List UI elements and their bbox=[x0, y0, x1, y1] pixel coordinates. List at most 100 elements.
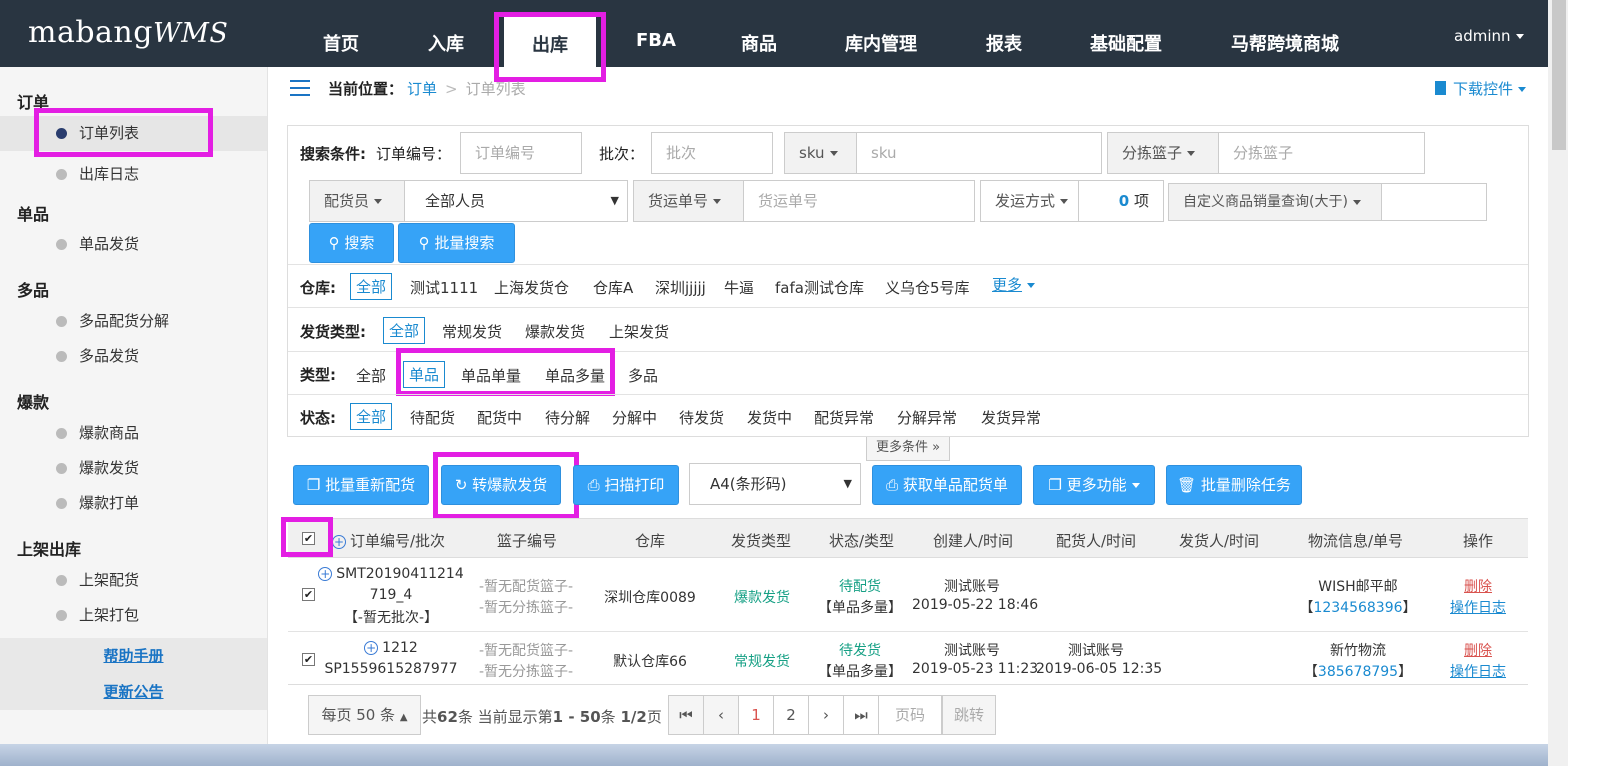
scan-print-button[interactable]: ⎙ 扫描打印 bbox=[573, 465, 679, 505]
sidebar-item-hot-products[interactable]: 爆款商品 bbox=[0, 416, 267, 451]
status-filter-option[interactable]: 分解中 bbox=[612, 407, 657, 428]
picker-dropdown[interactable]: 配货员 bbox=[309, 180, 405, 222]
batch-rebatch-button[interactable]: ❐ 批量重新配货 bbox=[293, 465, 429, 505]
basket-input[interactable]: 分拣篮子 bbox=[1218, 132, 1425, 174]
expand-row-icon[interactable]: + bbox=[318, 567, 333, 581]
last-page-button[interactable]: ⏭ bbox=[843, 695, 879, 735]
to-hot-ship-button[interactable]: ↻ 转爆款发货 bbox=[441, 465, 561, 505]
delete-link[interactable]: 删除 bbox=[1440, 576, 1516, 596]
tracking-link[interactable]: 1234568396 bbox=[1313, 600, 1402, 616]
sku-dropdown[interactable]: sku bbox=[784, 132, 857, 174]
type-filter-all[interactable]: 全部 bbox=[356, 365, 386, 386]
download-plugin-button[interactable]: 下载控件 bbox=[1435, 78, 1527, 99]
warehouse-filter-option[interactable]: 牛逼 bbox=[724, 277, 754, 298]
nav-fba[interactable]: FBA bbox=[636, 30, 676, 51]
nav-mall[interactable]: 马帮跨境商城 bbox=[1231, 30, 1339, 56]
ship-type-filter-option[interactable]: 常规发货 bbox=[442, 321, 502, 342]
prev-page-button[interactable]: ‹ bbox=[703, 695, 739, 735]
page-2-button[interactable]: 2 bbox=[773, 695, 809, 735]
sidebar-item-shelf-pick[interactable]: 上架配货 bbox=[0, 563, 267, 598]
warehouse-filter-option[interactable]: 义乌仓5号库 bbox=[885, 277, 970, 298]
get-single-pick-list-button[interactable]: ⎙ 获取单品配货单 bbox=[872, 465, 1022, 505]
picker-select[interactable]: 全部人员 ▼ bbox=[404, 180, 628, 222]
jump-button[interactable]: 跳转 bbox=[942, 695, 996, 735]
ship-type-filter-option[interactable]: 爆款发货 bbox=[525, 321, 585, 342]
help-manual-link[interactable]: 帮助手册 bbox=[0, 638, 267, 674]
order-number-input[interactable]: 订单编号 bbox=[460, 132, 582, 174]
ship-method-dropdown[interactable]: 发运方式 bbox=[980, 180, 1079, 222]
status-filter-option[interactable]: 配货异常 bbox=[814, 407, 874, 428]
status-filter-option[interactable]: 待配货 bbox=[410, 407, 455, 428]
warehouse-filter-option[interactable]: 测试1111 bbox=[410, 277, 478, 298]
page-1-button[interactable]: 1 bbox=[738, 695, 774, 735]
batch-search-button[interactable]: ⚲ 批量搜索 bbox=[398, 223, 515, 263]
search-button[interactable]: ⚲ 搜索 bbox=[309, 223, 394, 263]
nav-home[interactable]: 首页 bbox=[323, 30, 359, 56]
operation-log-link[interactable]: 操作日志 bbox=[1440, 661, 1516, 681]
ship-method-label: 发运方式 bbox=[995, 192, 1056, 210]
operation-log-link[interactable]: 操作日志 bbox=[1440, 597, 1516, 617]
sidebar-item-hot-ship[interactable]: 爆款发货 bbox=[0, 451, 267, 486]
user-menu[interactable]: adminn bbox=[1454, 27, 1524, 45]
ship-type-filter-all[interactable]: 全部 bbox=[383, 317, 426, 344]
row-checkbox[interactable]: ✔ bbox=[302, 653, 315, 666]
type-filter-option[interactable]: 单品单量 bbox=[461, 365, 521, 386]
more-conditions-toggle[interactable]: 更多条件 » bbox=[866, 437, 950, 461]
warehouse-filter-option[interactable]: 深圳jjjjj bbox=[655, 277, 706, 298]
ship-type-filter-option[interactable]: 上架发货 bbox=[609, 321, 669, 342]
breadcrumb-link-order[interactable]: 订单 bbox=[407, 80, 437, 98]
status-filter-option[interactable]: 待分解 bbox=[545, 407, 590, 428]
warehouse-filter-option[interactable]: 仓库A bbox=[593, 277, 633, 298]
sidebar-item-order-list[interactable]: 订单列表 bbox=[0, 116, 267, 151]
sidebar-item-shelf-pack[interactable]: 上架打包 bbox=[0, 598, 267, 633]
type-filter-single[interactable]: 单品 bbox=[403, 361, 446, 388]
paper-format-select[interactable]: A4(条形码) ▼ bbox=[689, 463, 861, 505]
expand-row-icon[interactable]: + bbox=[364, 641, 379, 655]
ship-method-count-unit: 项 bbox=[1133, 192, 1149, 210]
basket-dropdown[interactable]: 分拣篮子 bbox=[1107, 132, 1219, 174]
nav-reports[interactable]: 报表 bbox=[986, 30, 1022, 56]
batch-delete-button[interactable]: 🗑 批量删除任务 bbox=[1166, 465, 1302, 505]
nav-products[interactable]: 商品 bbox=[741, 30, 777, 56]
sidebar-item-hot-print[interactable]: 爆款打单 bbox=[0, 486, 267, 521]
nav-inbound[interactable]: 入库 bbox=[428, 30, 464, 56]
status-filter-option[interactable]: 配货中 bbox=[477, 407, 522, 428]
tracking-input[interactable]: 货运单号 bbox=[743, 180, 975, 222]
warehouse-filter-option[interactable]: fafa测试仓库 bbox=[775, 277, 864, 298]
type-filter-option[interactable]: 多品 bbox=[628, 365, 658, 386]
first-page-button[interactable]: ⏮ bbox=[668, 695, 704, 735]
tracking-dropdown[interactable]: 货运单号 bbox=[633, 180, 744, 222]
custom-sales-dropdown[interactable]: 自定义商品销量查询(大于) bbox=[1168, 183, 1382, 221]
batch-input[interactable]: 批次 bbox=[651, 132, 773, 174]
select-all-checkbox[interactable]: ✔ bbox=[302, 532, 315, 545]
more-functions-button[interactable]: ❐ 更多功能 bbox=[1033, 465, 1155, 505]
sidebar-item-multi-ship[interactable]: 多品发货 bbox=[0, 339, 267, 374]
nav-basic-config[interactable]: 基础配置 bbox=[1090, 30, 1162, 56]
warehouse-filter-all[interactable]: 全部 bbox=[350, 273, 393, 300]
delete-link[interactable]: 删除 bbox=[1440, 640, 1516, 660]
sku-input[interactable]: sku bbox=[856, 132, 1102, 174]
warehouse-filter-option[interactable]: 上海发货仓 bbox=[494, 277, 569, 298]
status-filter-option[interactable]: 待发货 bbox=[679, 407, 724, 428]
ship-method-count[interactable]: 0 项 bbox=[1078, 180, 1164, 222]
page-number-input[interactable]: 页码 bbox=[878, 695, 942, 735]
update-notice-link[interactable]: 更新公告 bbox=[0, 674, 267, 710]
next-page-button[interactable]: › bbox=[808, 695, 844, 735]
custom-sales-input[interactable] bbox=[1381, 183, 1487, 221]
nav-outbound[interactable]: 出库 bbox=[504, 14, 596, 67]
warehouse-more-button[interactable]: 更多 bbox=[992, 274, 1036, 295]
tracking-link[interactable]: 385678795 bbox=[1318, 664, 1398, 680]
status-filter-option[interactable]: 分解异常 bbox=[897, 407, 957, 428]
sidebar-item-multi-split[interactable]: 多品配货分解 bbox=[0, 304, 267, 339]
expand-all-icon[interactable]: + bbox=[332, 535, 346, 549]
status-filter-option[interactable]: 发货异常 bbox=[981, 407, 1041, 428]
status-filter-option[interactable]: 发货中 bbox=[747, 407, 792, 428]
nav-warehouse-management[interactable]: 库内管理 bbox=[845, 30, 917, 56]
scrollbar-thumb[interactable] bbox=[1552, 0, 1566, 150]
row-checkbox[interactable]: ✔ bbox=[302, 588, 315, 601]
sidebar-item-single-ship[interactable]: 单品发货 bbox=[0, 227, 267, 262]
per-page-select[interactable]: 每页 50 条 ▲ bbox=[308, 695, 421, 735]
type-filter-option[interactable]: 单品多量 bbox=[545, 365, 605, 386]
status-filter-all[interactable]: 全部 bbox=[350, 403, 393, 430]
sidebar-item-outbound-log[interactable]: 出库日志 bbox=[0, 157, 267, 192]
